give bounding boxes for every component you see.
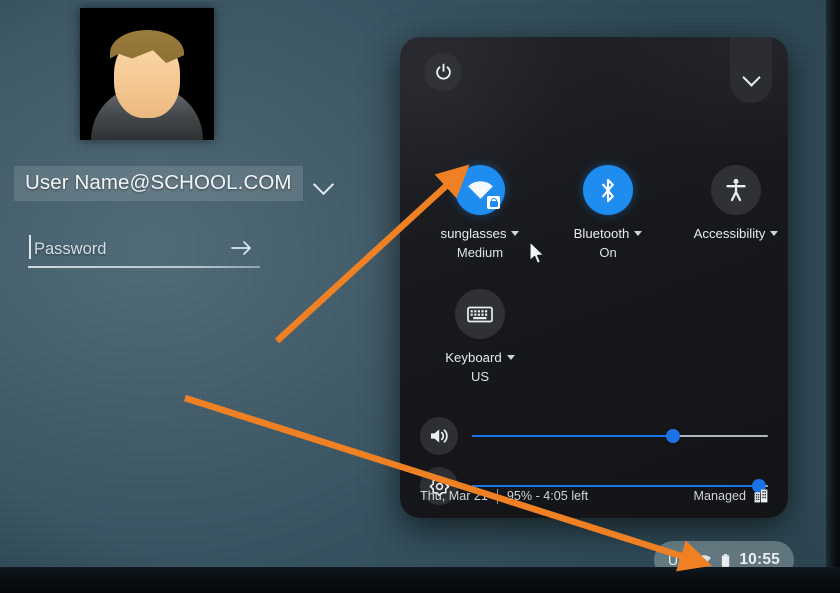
pod-bluetooth[interactable]: Bluetooth On: [548, 165, 668, 260]
footer-date[interactable]: Thu, Mar 21: [420, 489, 488, 503]
password-placeholder-label: Password: [34, 239, 107, 258]
volume-track-fill: [472, 434, 674, 438]
volume-slider-row[interactable]: [420, 414, 768, 458]
desktop-screen: User Name@SCHOOL.COM Password sunglasses…: [0, 0, 840, 593]
mouse-cursor: [529, 241, 545, 264]
quick-settings-panel: sunglasses Medium Bluetooth On Accessibi…: [400, 37, 788, 518]
password-submit-button[interactable]: [230, 238, 254, 258]
bluetooth-pod-icon[interactable]: [583, 165, 633, 215]
footer-status: Thu, Mar 21 95% - 4:05 left: [420, 488, 588, 504]
account-selector[interactable]: User Name@SCHOOL.COM: [14, 166, 335, 201]
pod-keyboard-label-row: Keyboard: [420, 350, 540, 365]
tray-wifi-icon[interactable]: [696, 553, 712, 568]
pod-keyboard[interactable]: Keyboard US: [420, 289, 540, 384]
managed-indicator[interactable]: Managed: [693, 489, 768, 503]
pod-network-sub: Medium: [456, 245, 504, 260]
tray-battery-icon[interactable]: [721, 552, 730, 569]
account-email-label: User Name@SCHOOL.COM: [14, 166, 303, 201]
chevron-down-icon: [744, 70, 759, 85]
enterprise-building-icon: [754, 489, 768, 503]
pod-network-label: sunglasses: [440, 226, 507, 241]
lock-icon: [487, 196, 500, 209]
pod-accessibility-label: Accessibility: [693, 226, 766, 241]
power-icon: [435, 63, 451, 80]
volume-slider-thumb[interactable]: [666, 429, 681, 443]
network-pod-icon[interactable]: [455, 165, 505, 215]
caret-down-icon[interactable]: [770, 230, 779, 236]
volume-slider-track[interactable]: [472, 426, 768, 446]
text-caret: [29, 235, 31, 259]
footer-divider: [496, 488, 498, 504]
tray-locale-label[interactable]: US: [668, 552, 687, 568]
pod-accessibility-label-row: Accessibility: [676, 226, 788, 241]
accessibility-icon: [726, 178, 746, 202]
keyboard-icon: [467, 306, 493, 322]
volume-icon[interactable]: [420, 417, 458, 455]
screen-bezel-right: [826, 0, 840, 593]
pod-bluetooth-sub: On: [599, 245, 617, 260]
power-button[interactable]: [424, 53, 462, 91]
quick-settings-footer: Thu, Mar 21 95% - 4:05 left Managed: [400, 474, 788, 518]
arrow-right-icon: [231, 241, 251, 255]
avatar: [80, 8, 214, 140]
screen-bezel-bottom: [0, 567, 840, 593]
pod-bluetooth-label: Bluetooth: [573, 226, 630, 241]
quick-settings-header: [400, 37, 788, 103]
pod-accessibility[interactable]: Accessibility: [676, 165, 788, 245]
caret-down-icon[interactable]: [634, 230, 643, 236]
footer-battery[interactable]: 95% - 4:05 left: [507, 489, 588, 503]
chevron-down-icon[interactable]: [313, 173, 335, 195]
collapse-panel-button[interactable]: [730, 37, 772, 103]
pod-network[interactable]: sunglasses Medium: [420, 165, 540, 260]
keyboard-pod-icon[interactable]: [455, 289, 505, 339]
bluetooth-icon: [602, 178, 614, 202]
password-underline: [28, 266, 260, 268]
pod-keyboard-sub: US: [470, 369, 490, 384]
pod-network-label-row: sunglasses: [420, 226, 540, 241]
pod-bluetooth-label-row: Bluetooth: [548, 226, 668, 241]
caret-down-icon[interactable]: [511, 230, 520, 236]
pod-keyboard-label: Keyboard: [445, 350, 502, 365]
caret-down-icon[interactable]: [506, 354, 515, 360]
password-field[interactable]: Password: [28, 232, 260, 268]
managed-label: Managed: [693, 489, 746, 503]
accessibility-pod-icon[interactable]: [711, 165, 761, 215]
